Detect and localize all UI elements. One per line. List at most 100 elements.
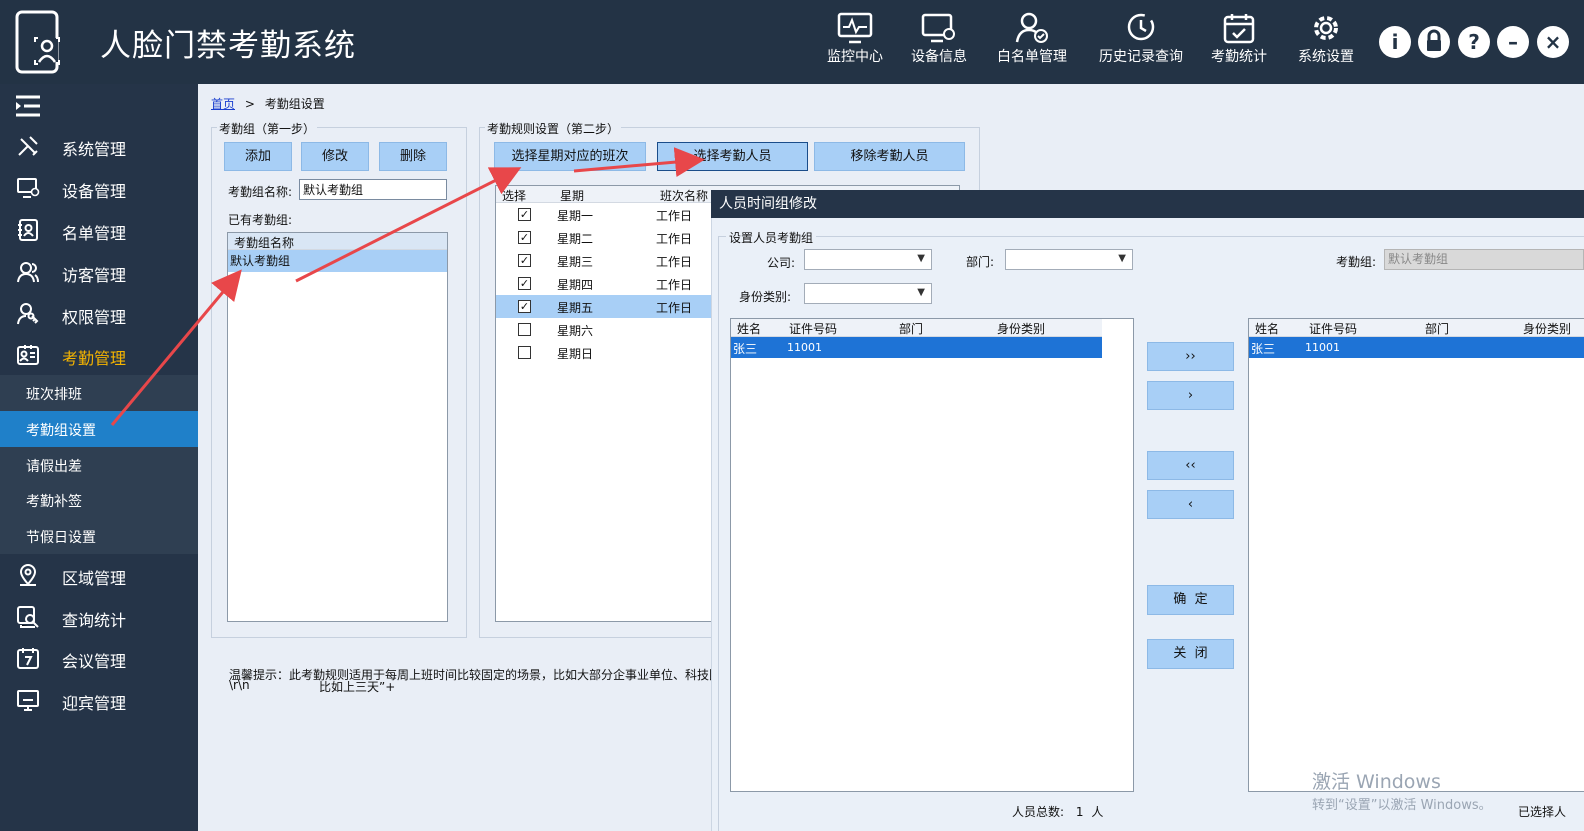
weekday-cell: 星期一 [557,209,594,223]
staff-total-unit: 人 [1091,805,1104,819]
chevron-down-icon: ▼ [917,287,925,298]
group-name-input[interactable]: 默认考勤组 [299,179,447,200]
column-header: 姓名 [1255,322,1280,336]
lock-icon[interactable] [1418,26,1450,58]
nav-label: 监控中心 [827,49,883,65]
tools-icon [18,136,38,156]
sidebar-item-label: 查询统计 [62,611,127,630]
shift-cell: 工作日 [656,232,693,246]
column-header: 身份类别 [1523,322,1572,336]
sidebar-subitem-attendance-group[interactable]: 考勤组设置 [0,411,198,447]
column-header: 考勤组名称 [234,236,295,250]
edit-group-button[interactable]: 修改 [301,142,369,171]
app-logo-icon [14,10,60,74]
id-card-icon [17,345,39,365]
sidebar-subitem-shift-schedule[interactable]: 班次排班 [0,375,198,411]
sidebar-item-attendance[interactable]: 考勤管理 [0,335,198,375]
name-cell: 张三 [1251,342,1276,356]
list-item[interactable]: 默认考勤组 [228,250,447,272]
column-header: 证件号码 [1309,322,1358,336]
select-attendance-staff-button[interactable]: 选择考勤人员 [657,142,808,171]
select-checkbox[interactable]: ✓ [518,277,531,290]
nav-system-settings[interactable]: 系统设置 [1280,12,1372,74]
tip-newline-text: \r\n [229,678,250,692]
nav-device-info[interactable]: 设备信息 [893,12,985,74]
nav-whitelist[interactable]: 白名单管理 [986,12,1078,74]
sidebar-item-query[interactable]: 查询统计 [0,597,198,637]
info-icon[interactable]: i [1379,26,1411,58]
nav-history[interactable]: 历史记录查询 [1093,12,1189,74]
delete-group-button[interactable]: 删除 [379,142,447,171]
gear-icon [1314,16,1338,40]
sidebar-item-label: 系统管理 [62,140,127,159]
weekday-cell: 星期六 [557,324,594,338]
shift-cell: 工作日 [656,301,693,315]
table-row[interactable]: 张三 11001 [1249,337,1584,358]
company-select[interactable]: ▼ [804,249,932,270]
select-checkbox[interactable]: ✓ [518,208,531,221]
column-header: 星期 [560,189,585,203]
nav-attendance-stats[interactable]: 考勤统计 [1193,12,1285,74]
table-row[interactable]: 张三 11001 [731,337,1102,358]
existing-groups-list: 考勤组名称 默认考勤组 [227,232,448,622]
location-icon [19,564,37,586]
close-icon[interactable]: × [1537,26,1569,58]
select-weekday-shift-button[interactable]: 选择星期对应的班次 [494,142,646,171]
department-label: 部门: [966,255,995,269]
user-check-icon [1015,12,1048,43]
move-left-button[interactable]: ‹ [1147,490,1234,519]
device-icon [17,178,40,198]
attendance-group-panel-title: 考勤组（第一步） [217,120,318,137]
windows-activation-title: 激活 Windows [1312,771,1441,793]
select-checkbox[interactable] [518,346,531,359]
sidebar-item-device[interactable]: 设备管理 [0,168,198,208]
sidebar-subitem-leave[interactable]: 请假出差 [0,447,198,483]
sidebar-item-reception[interactable]: 迎宾管理 [0,680,198,720]
select-checkbox[interactable]: ✓ [518,254,531,267]
sidebar-subitem-makeup[interactable]: 考勤补签 [0,482,198,518]
selected-staff-table: 姓名 证件号码 部门 身份类别 张三 11001 [1248,318,1584,792]
select-checkbox[interactable]: ✓ [518,231,531,244]
confirm-button[interactable]: 确 定 [1147,585,1234,615]
sidebar-item-permission[interactable]: 权限管理 [0,294,198,334]
sidebar-item-area[interactable]: 区域管理 [0,555,198,595]
staff-total-value: 1 [1075,805,1084,819]
weekday-cell: 星期四 [557,278,594,292]
sidebar-item-label: 会议管理 [62,652,127,671]
add-group-button[interactable]: 添加 [224,142,292,171]
tip-text: 温馨提示：此考勤规则适用于每周上班时间比较固定的场景，比如大部分企事业单位、科技… [229,668,711,682]
column-header: 部门 [899,322,924,336]
select-checkbox[interactable] [518,323,531,336]
attendance-group-label: 考勤组: [1336,255,1377,269]
shift-cell: 工作日 [656,209,693,223]
device-gear-icon [921,13,955,43]
help-icon[interactable]: ? [1458,26,1490,58]
weekday-cell: 星期日 [557,347,594,361]
move-all-right-button[interactable]: ›› [1147,342,1234,371]
chevron-down-icon: ▼ [1118,253,1126,264]
column-header: 身份类别 [997,322,1046,336]
menu-collapse-icon[interactable] [14,94,42,118]
department-select[interactable]: ▼ [1005,249,1133,270]
sidebar-subitem-holiday[interactable]: 节假日设置 [0,518,198,554]
sidebar-item-roster[interactable]: 名单管理 [0,210,198,250]
sidebar-item-meeting[interactable]: 会议管理 [0,638,198,678]
dialog-section-title: 设置人员考勤组 [726,229,817,246]
dialog-title[interactable]: 人员时间组修改 [711,190,1584,218]
weekday-cell: 星期二 [557,232,594,246]
nav-monitor-center[interactable]: 监控中心 [809,12,901,74]
remove-attendance-staff-button[interactable]: 移除考勤人员 [814,142,965,171]
select-checkbox[interactable]: ✓ [518,300,531,313]
move-right-button[interactable]: › [1147,381,1234,410]
id-cell: 11001 [787,341,822,354]
move-all-left-button[interactable]: ‹‹ [1147,451,1234,480]
close-dialog-button[interactable]: 关 闭 [1147,639,1234,669]
breadcrumb-home-link[interactable]: 首页 [211,97,235,111]
attendance-group-readonly-field: 默认考勤组 [1384,249,1584,270]
sidebar-subitem-label: 节假日设置 [26,530,96,546]
identity-type-select[interactable]: ▼ [804,283,932,304]
sidebar-item-system[interactable]: 系统管理 [0,126,198,166]
clock-history-icon [1127,13,1155,41]
minimize-icon[interactable]: – [1497,26,1529,58]
sidebar-item-visitor[interactable]: 访客管理 [0,252,198,292]
